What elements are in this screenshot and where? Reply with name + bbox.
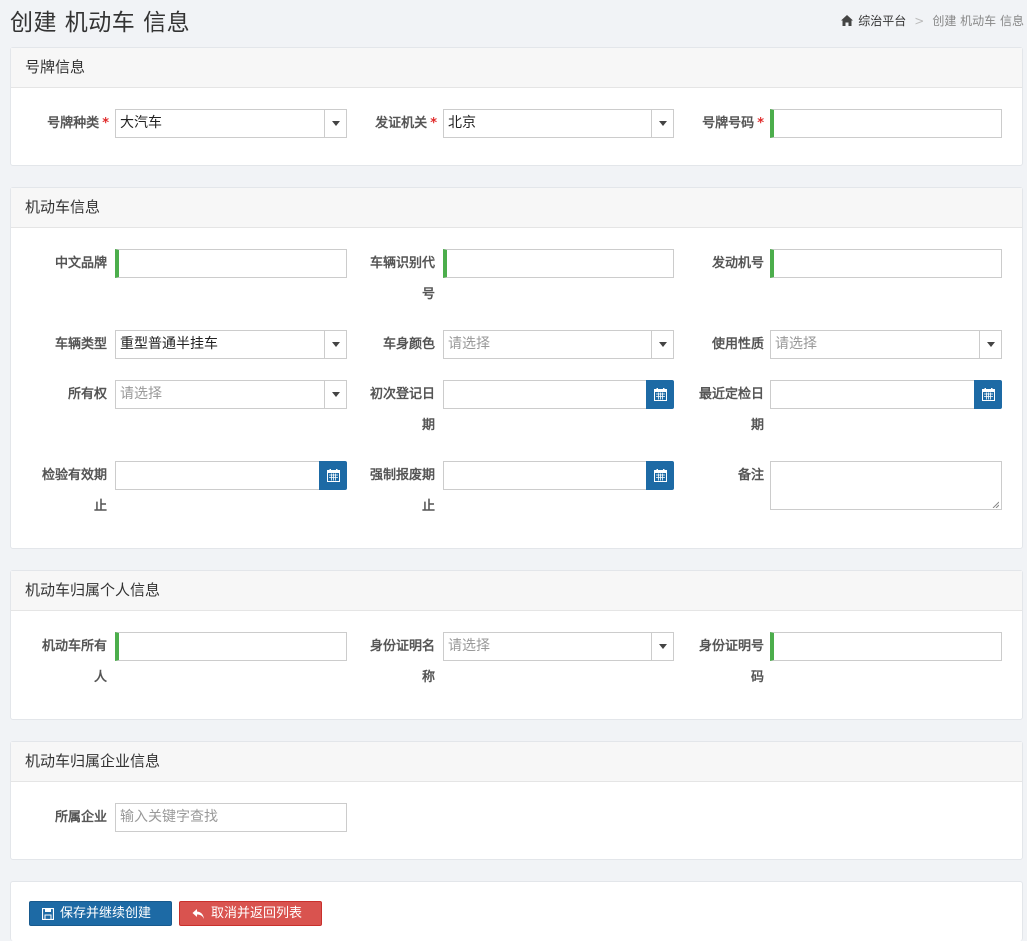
breadcrumb-current: 创建 机动车 信息 xyxy=(932,14,1024,28)
plate-info-heading: 号牌信息 xyxy=(11,48,1022,88)
breadcrumb-home-link[interactable]: 综治平台 xyxy=(858,12,906,29)
required-mark: * xyxy=(757,116,764,131)
owner-input[interactable] xyxy=(115,632,347,661)
vin-label: 车辆识别代号 xyxy=(369,256,435,302)
plate-type-label: 号牌种类 * xyxy=(47,116,109,131)
brand-label: 中文品牌 xyxy=(54,256,107,271)
required-mark: * xyxy=(430,116,437,131)
person-info-panel: 机动车归属个人信息 机动车所有人 身份证明名称 请选择 身份证明号码 xyxy=(10,570,1023,720)
save-icon xyxy=(42,907,54,920)
remarks-label: 备注 xyxy=(737,468,764,483)
id-type-label: 身份证明名称 xyxy=(369,639,435,685)
usage-label: 使用性质 xyxy=(711,337,764,352)
id-number-input[interactable] xyxy=(770,632,1002,661)
plate-number-label: 号牌号码 * xyxy=(702,116,764,131)
action-bar: 保存并继续创建 取消并返回列表 xyxy=(10,881,1023,941)
company-info-heading: 机动车归属企业信息 xyxy=(11,742,1022,782)
inspection-valid-until-label: 检验有效期止 xyxy=(41,468,107,514)
owner-label: 机动车所有人 xyxy=(41,639,107,685)
vehicle-info-heading: 机动车信息 xyxy=(11,188,1022,228)
mandatory-scrap-label: 强制报废期止 xyxy=(369,468,435,514)
ownership-label: 所有权 xyxy=(67,387,107,402)
breadcrumb-separator: > xyxy=(914,13,925,28)
issuer-select[interactable]: 北京 xyxy=(443,109,674,138)
page-title: 创建 机动车 信息 xyxy=(10,10,191,36)
resize-handle-icon[interactable] xyxy=(992,501,999,508)
body-color-select[interactable]: 请选择 xyxy=(443,330,674,359)
remarks-textarea[interactable] xyxy=(770,461,1002,510)
breadcrumb: 综治平台 > 创建 机动车 信息 xyxy=(841,12,1024,29)
page-header: 创建 机动车 信息 综治平台 > 创建 机动车 信息 xyxy=(0,0,1027,44)
body-color-label: 车身颜色 xyxy=(382,337,435,352)
plate-info-panel: 号牌信息 号牌种类 * 大汽车 发证机关 * 北京 号牌号码 * xyxy=(10,47,1023,166)
home-icon xyxy=(841,15,854,26)
issuer-label: 发证机关 * xyxy=(375,116,437,131)
save-and-continue-button[interactable]: 保存并继续创建 xyxy=(29,901,172,926)
id-type-select[interactable]: 请选择 xyxy=(443,632,674,661)
first-registration-input[interactable] xyxy=(443,380,647,409)
brand-input[interactable] xyxy=(115,249,347,278)
inspection-valid-until-input[interactable] xyxy=(115,461,320,490)
vehicle-info-panel: 机动车信息 中文品牌 车辆识别代号 发动机号 车辆类型 重型普通半挂车 车身颜色… xyxy=(10,187,1023,549)
engine-number-input[interactable] xyxy=(770,249,1002,278)
person-info-heading: 机动车归属个人信息 xyxy=(11,571,1022,611)
company-info-panel: 机动车归属企业信息 所属企业 输入关键字查找 xyxy=(10,741,1023,860)
vehicle-type-select[interactable]: 重型普通半挂车 xyxy=(115,330,347,359)
plate-type-select[interactable]: 大汽车 xyxy=(115,109,347,138)
recent-inspection-input[interactable] xyxy=(770,380,975,409)
vehicle-type-label: 车辆类型 xyxy=(54,337,107,352)
id-number-label: 身份证明号码 xyxy=(698,639,764,685)
required-mark: * xyxy=(102,116,109,131)
cancel-and-return-button[interactable]: 取消并返回列表 xyxy=(179,901,322,926)
company-search-input[interactable]: 输入关键字查找 xyxy=(115,803,347,832)
usage-select[interactable]: 请选择 xyxy=(770,330,1002,359)
recent-inspection-label: 最近定检日期 xyxy=(698,387,764,433)
company-label: 所属企业 xyxy=(54,810,107,825)
calendar-icon xyxy=(981,388,995,401)
engine-number-label: 发动机号 xyxy=(711,256,764,271)
plate-number-input[interactable] xyxy=(770,109,1002,138)
vin-input[interactable] xyxy=(443,249,674,278)
mandatory-scrap-input[interactable] xyxy=(443,461,647,490)
recent-inspection-calendar-button[interactable] xyxy=(974,380,1002,409)
ownership-select[interactable]: 请选择 xyxy=(115,380,347,409)
chevron-down-icon xyxy=(979,331,1001,358)
undo-icon xyxy=(192,908,204,919)
first-registration-label: 初次登记日期 xyxy=(369,387,435,433)
